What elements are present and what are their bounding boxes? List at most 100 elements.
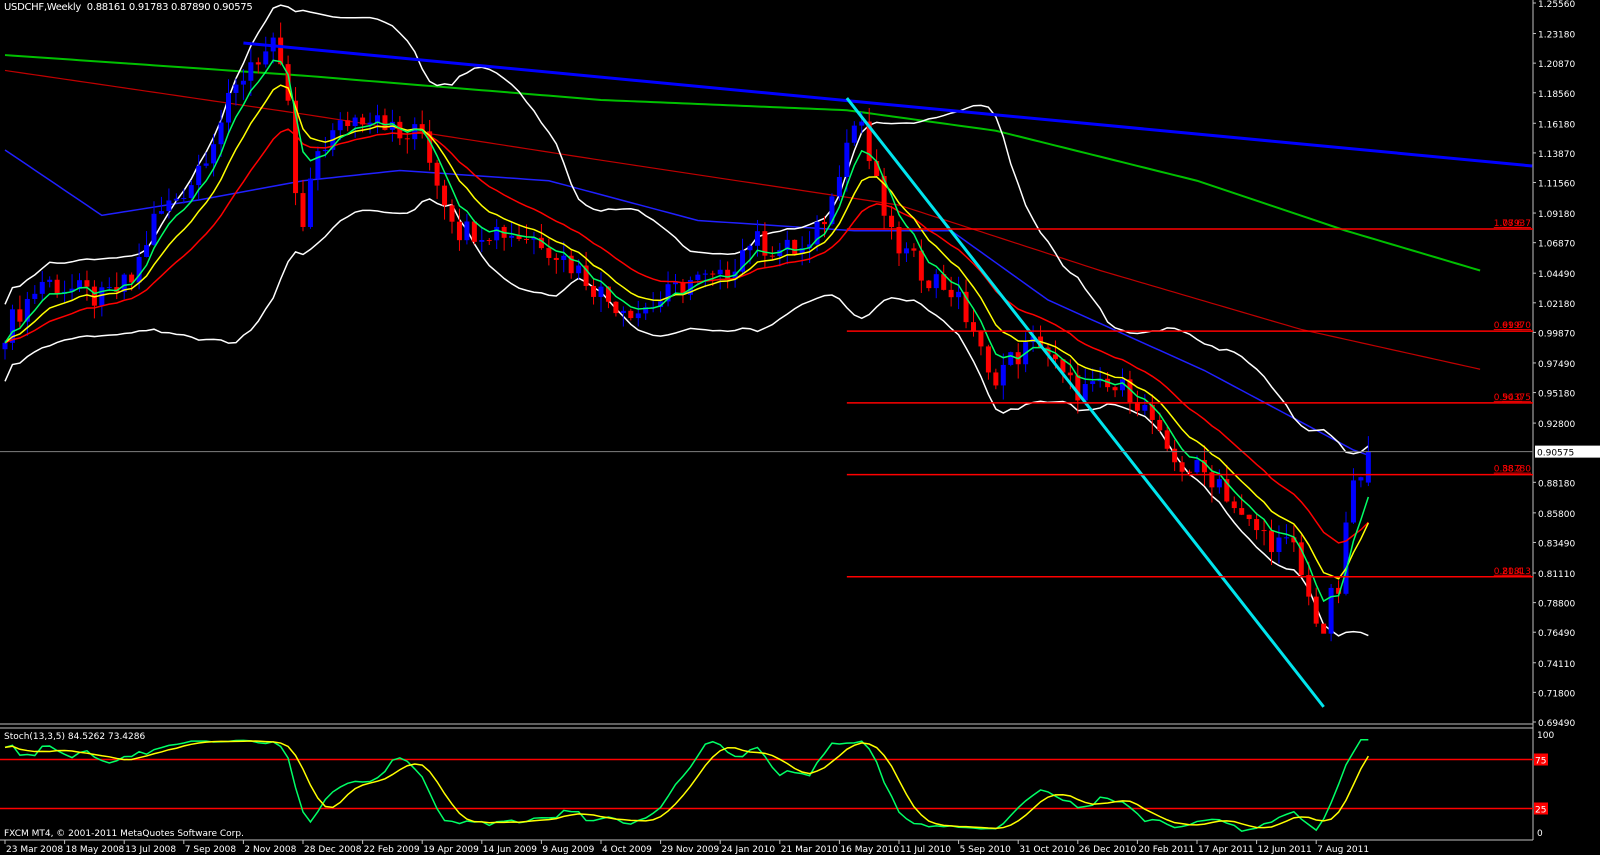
price-tick-label: 1.23180 <box>1538 31 1575 41</box>
price-tick-label: 1.04490 <box>1538 270 1575 280</box>
candle-body <box>196 165 202 186</box>
candle-body <box>546 248 552 258</box>
candle-body <box>1343 522 1349 594</box>
candle-body <box>620 310 626 314</box>
candle-body <box>1067 372 1073 376</box>
candle-body <box>695 274 701 280</box>
date-label: 31 Oct 2010 <box>1019 845 1075 855</box>
fib-level-price: 0.99970 <box>1494 321 1531 331</box>
candle-body <box>479 240 485 242</box>
candle-body <box>844 142 850 177</box>
date-label: 23 Mar 2008 <box>6 845 63 855</box>
candle-body <box>792 239 798 254</box>
price-tick-label: 1.06870 <box>1538 240 1575 250</box>
candle-body <box>717 269 723 275</box>
price-tick-label: 0.85800 <box>1538 510 1575 520</box>
candle-body <box>1112 387 1118 391</box>
date-label: 13 Jul 2008 <box>125 845 176 855</box>
bollinger-lower <box>4 198 1369 637</box>
date-label: 21 Mar 2010 <box>781 845 838 855</box>
candle-body <box>151 213 157 246</box>
candle-body <box>248 62 254 81</box>
candle-body <box>2 342 8 350</box>
trendline-blue <box>243 41 1533 168</box>
candle-body <box>181 198 187 200</box>
price-tick-label: 1.13870 <box>1538 150 1575 160</box>
candle-body <box>494 226 500 241</box>
date-label: 29 Nov 2009 <box>662 845 720 855</box>
candle-body <box>896 227 902 254</box>
candle-body <box>307 178 313 227</box>
stoch-scale-label: 0 <box>1537 829 1543 839</box>
candle-body <box>1365 451 1371 483</box>
candle-body <box>978 331 984 347</box>
candle-body <box>360 117 366 125</box>
candle-body <box>39 281 45 294</box>
candle-body <box>17 309 23 322</box>
candle-body <box>956 291 962 298</box>
stoch-signal-line <box>4 740 1369 830</box>
price-tick-label: 1.11560 <box>1538 180 1575 190</box>
candle-body <box>345 120 351 127</box>
price-tick-label: 0.88180 <box>1538 479 1575 489</box>
candle-body <box>263 51 269 65</box>
price-tick-label: 0.99870 <box>1538 329 1575 339</box>
date-label: 2 Nov 2008 <box>244 845 296 855</box>
candle-body <box>99 287 105 306</box>
price-tick-label: 1.20870 <box>1538 60 1575 70</box>
candle-body <box>166 200 172 212</box>
price-tick-label: 0.92800 <box>1538 420 1575 430</box>
candle-body <box>240 80 246 85</box>
date-label: 4 Oct 2009 <box>602 845 652 855</box>
candle-body <box>54 279 60 294</box>
candle-body <box>822 221 827 225</box>
date-label: 7 Aug 2011 <box>1317 845 1369 855</box>
price-tick-label: 0.69490 <box>1538 719 1575 729</box>
candle-body <box>1000 364 1006 386</box>
candle-body <box>449 205 455 222</box>
candle-body <box>203 163 209 166</box>
candle-body <box>1328 587 1334 634</box>
date-label: 16 May 2010 <box>840 845 899 855</box>
candle-body <box>1321 623 1327 634</box>
candle-body <box>1246 514 1252 520</box>
candle-body <box>1358 477 1364 481</box>
candle-body <box>404 138 410 140</box>
stoch-scale-label: 100 <box>1537 731 1554 741</box>
candle-body <box>754 231 760 246</box>
fib-level-price: 0.80813 <box>1494 567 1531 577</box>
price-tick-label: 1.09180 <box>1538 210 1575 220</box>
date-label: 11 Jul 2010 <box>900 845 951 855</box>
candle-body <box>464 221 470 241</box>
candle-body <box>144 245 150 257</box>
candle-body <box>851 125 857 143</box>
candle-body <box>524 238 529 240</box>
candle-body <box>628 310 634 319</box>
candle-body <box>486 240 492 242</box>
stochastic-label: Stoch(13,3,5) 84.5262 73.4286 <box>4 732 146 742</box>
fib-level-price: 0.94375 <box>1494 393 1531 403</box>
candle-body <box>836 176 842 197</box>
candle-body <box>278 37 284 65</box>
date-label: 7 Sep 2008 <box>185 845 237 855</box>
candle-body <box>300 193 306 227</box>
candle-body <box>859 121 865 126</box>
candle-body <box>985 346 991 373</box>
date-label: 24 Jan 2010 <box>721 845 775 855</box>
candle-body <box>322 149 328 152</box>
symbol-label: USDCHF,Weekly <box>4 2 81 13</box>
candle-body <box>1350 480 1356 523</box>
price-chart[interactable]: 78.61.0793761.80.9997050.00.9437538.20.8… <box>0 0 1600 855</box>
candle-body <box>434 162 440 186</box>
ohlc-values: 0.88161 0.91783 0.87890 0.90575 <box>86 2 253 13</box>
candle-body <box>1306 575 1312 597</box>
ma-blue-line <box>4 149 1369 456</box>
price-tick-label: 0.78800 <box>1538 600 1575 610</box>
date-label: 14 Jun 2009 <box>483 845 537 855</box>
candle-body <box>1008 352 1014 365</box>
candle-body <box>725 269 731 280</box>
candle-body <box>635 313 641 319</box>
fib-level-price: 1.07937 <box>1494 219 1531 229</box>
current-price-label: 0.90575 <box>1537 449 1574 459</box>
candle-body <box>218 122 224 145</box>
